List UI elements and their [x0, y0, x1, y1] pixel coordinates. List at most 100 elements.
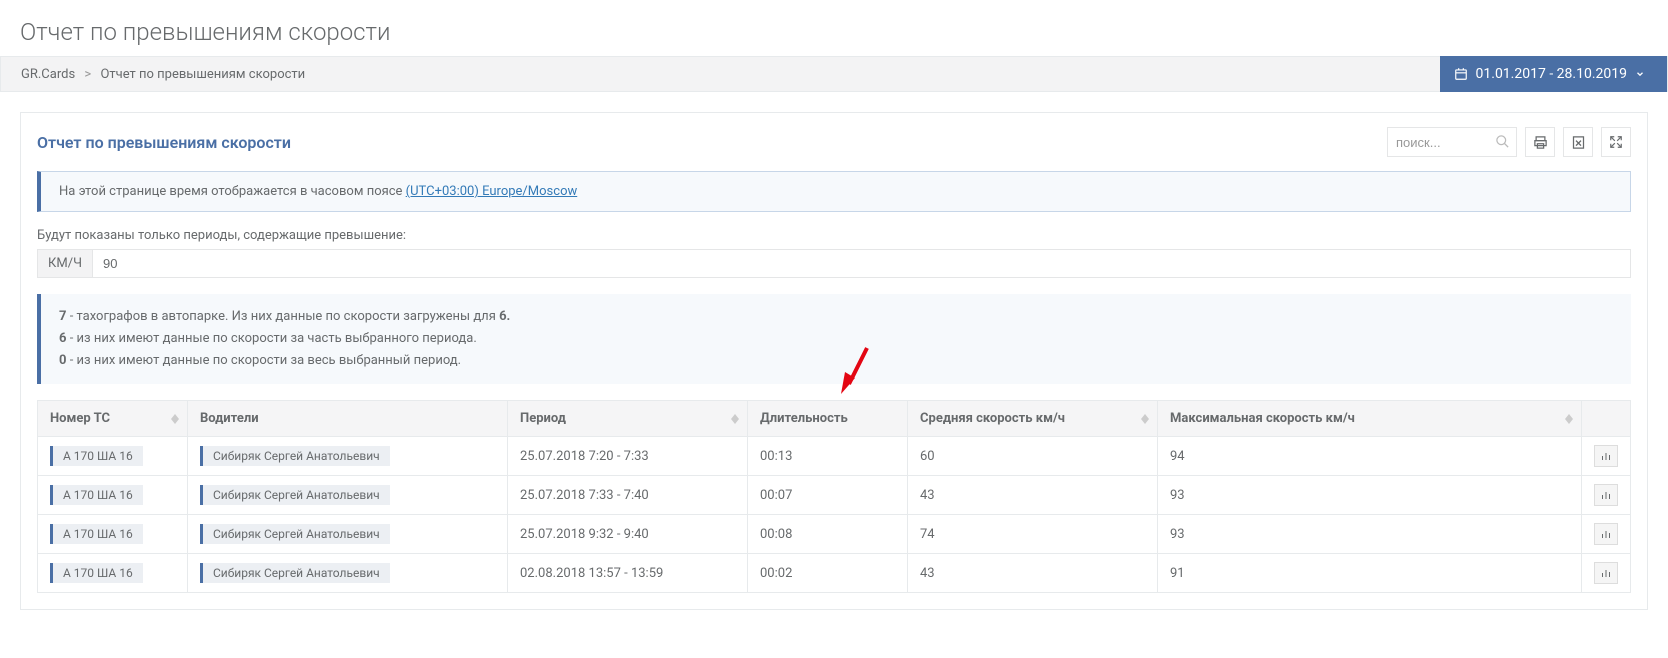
report-table: Номер ТС Водители Период Длительность Ср…	[37, 400, 1631, 593]
table-row: А 170 ША 16 Сибиряк Сергей Анатольевич 25.…	[38, 476, 1631, 515]
speed-unit-addon: КМ/Ч	[37, 249, 93, 278]
col-avg[interactable]: Средняя скорость км/ч	[908, 401, 1158, 437]
fullscreen-button[interactable]	[1601, 127, 1631, 157]
col-drivers-label: Водители	[200, 411, 259, 426]
table-header-row: Номер ТС Водители Период Длительность Ср…	[38, 401, 1631, 437]
cell-max: 93	[1158, 476, 1582, 515]
col-period-label: Период	[520, 411, 566, 426]
col-avg-label: Средняя скорость км/ч	[920, 411, 1065, 426]
cell-driver: Сибиряк Сергей Анатольевич	[188, 476, 508, 515]
panel-body: На этой странице время отображается в ча…	[21, 171, 1647, 609]
cell-vehicle: А 170 ША 16	[38, 554, 188, 593]
print-icon	[1533, 135, 1548, 150]
cell-action	[1582, 515, 1631, 554]
breadcrumb-bar: GR.Cards > Отчет по превышениям скорости…	[0, 56, 1668, 92]
cell-max: 94	[1158, 437, 1582, 476]
driver-tag[interactable]: Сибиряк Сергей Анатольевич	[200, 446, 390, 466]
cell-avg: 60	[908, 437, 1158, 476]
chevron-down-icon	[1635, 69, 1645, 79]
vehicle-tag[interactable]: А 170 ША 16	[50, 485, 143, 505]
table-row: А 170 ША 16 Сибиряк Сергей Анатольевич 25.…	[38, 515, 1631, 554]
cell-avg: 74	[908, 515, 1158, 554]
driver-tag[interactable]: Сибиряк Сергей Анатольевич	[200, 524, 390, 544]
col-action	[1582, 401, 1631, 437]
date-range-picker[interactable]: 01.01.2017 - 28.10.2019	[1440, 56, 1667, 92]
col-max-label: Максимальная скорость км/ч	[1170, 411, 1355, 426]
breadcrumb-current: Отчет по превышениям скорости	[100, 67, 305, 82]
table-row: А 170 ША 16 Сибиряк Сергей Анатольевич 02.…	[38, 554, 1631, 593]
col-max[interactable]: Максимальная скорость км/ч	[1158, 401, 1582, 437]
cell-avg: 43	[908, 476, 1158, 515]
summary-line-2: 6 - из них имеют данные по скорости за ч…	[59, 328, 1613, 350]
export-excel-button[interactable]	[1563, 127, 1593, 157]
driver-tag[interactable]: Сибиряк Сергей Анатольевич	[200, 563, 390, 583]
speed-input-group: КМ/Ч	[37, 249, 1631, 278]
cell-max: 91	[1158, 554, 1582, 593]
panel-tools	[1387, 127, 1631, 157]
col-duration-label: Длительность	[760, 411, 848, 426]
tz-prefix: На этой странице время отображается в ча…	[59, 184, 406, 199]
cell-action	[1582, 554, 1631, 593]
cell-period: 25.07.2018 7:33 - 7:40	[508, 476, 748, 515]
cell-duration: 00:07	[748, 476, 908, 515]
sort-icon	[1565, 414, 1573, 424]
cell-driver: Сибиряк Сергей Анатольевич	[188, 437, 508, 476]
vehicle-tag[interactable]: А 170 ША 16	[50, 524, 143, 544]
breadcrumb: GR.Cards > Отчет по превышениям скорости	[21, 67, 305, 82]
col-vehicle-label: Номер ТС	[50, 411, 110, 426]
table-row: А 170 ША 16 Сибиряк Сергей Анатольевич 25.…	[38, 437, 1631, 476]
summary-line-3: 0 - из них имеют данные по скорости за в…	[59, 350, 1613, 372]
tach-loaded: 6.	[499, 309, 510, 324]
cell-vehicle: А 170 ША 16	[38, 476, 188, 515]
col-duration[interactable]: Длительность	[748, 401, 908, 437]
breadcrumb-root[interactable]: GR.Cards	[21, 67, 75, 82]
speed-threshold-input[interactable]	[93, 249, 1631, 278]
col-period[interactable]: Период	[508, 401, 748, 437]
cell-period: 02.08.2018 13:57 - 13:59	[508, 554, 748, 593]
row-chart-button[interactable]	[1594, 523, 1618, 545]
filter-label: Будут показаны только периоды, содержащи…	[37, 228, 1631, 243]
excel-icon	[1571, 135, 1586, 150]
summary-callout: 7 - тахографов в автопарке. Из них данны…	[37, 294, 1631, 384]
col-vehicle[interactable]: Номер ТС	[38, 401, 188, 437]
cell-vehicle: А 170 ША 16	[38, 515, 188, 554]
expand-icon	[1609, 135, 1623, 149]
search-icon	[1495, 134, 1510, 149]
cell-action	[1582, 476, 1631, 515]
col-drivers[interactable]: Водители	[188, 401, 508, 437]
cell-driver: Сибиряк Сергей Анатольевич	[188, 515, 508, 554]
page-title: Отчет по превышениям скорости	[0, 0, 1668, 56]
cell-avg: 43	[908, 554, 1158, 593]
bar-chart-icon	[1600, 528, 1612, 540]
full-text: - из них имеют данные по скорости за вес…	[66, 353, 461, 368]
breadcrumb-sep: >	[84, 67, 91, 82]
sort-icon	[171, 414, 179, 424]
calendar-icon	[1454, 67, 1468, 81]
driver-tag[interactable]: Сибиряк Сергей Анатольевич	[200, 485, 390, 505]
panel-head: Отчет по превышениям скорости	[21, 113, 1647, 171]
cell-driver: Сибиряк Сергей Анатольевич	[188, 554, 508, 593]
cell-duration: 00:13	[748, 437, 908, 476]
cell-period: 25.07.2018 9:32 - 9:40	[508, 515, 748, 554]
report-panel: Отчет по превышениям скорости На этой ст…	[20, 112, 1648, 610]
date-range-text: 01.01.2017 - 28.10.2019	[1476, 66, 1627, 82]
sort-icon	[1141, 414, 1149, 424]
row-chart-button[interactable]	[1594, 562, 1618, 584]
summary-line-1: 7 - тахографов в автопарке. Из них данны…	[59, 306, 1613, 328]
cell-action	[1582, 437, 1631, 476]
panel-title: Отчет по превышениям скорости	[37, 133, 291, 152]
vehicle-tag[interactable]: А 170 ША 16	[50, 563, 143, 583]
tz-link[interactable]: (UTC+03:00) Europe/Moscow	[406, 184, 578, 199]
cell-vehicle: А 170 ША 16	[38, 437, 188, 476]
timezone-callout: На этой странице время отображается в ча…	[37, 171, 1631, 212]
sort-icon	[731, 414, 739, 424]
bar-chart-icon	[1600, 567, 1612, 579]
vehicle-tag[interactable]: А 170 ША 16	[50, 446, 143, 466]
print-button[interactable]	[1525, 127, 1555, 157]
row-chart-button[interactable]	[1594, 445, 1618, 467]
row-chart-button[interactable]	[1594, 484, 1618, 506]
cell-duration: 00:02	[748, 554, 908, 593]
part-text: - из них имеют данные по скорости за час…	[66, 331, 476, 346]
cell-period: 25.07.2018 7:20 - 7:33	[508, 437, 748, 476]
cell-duration: 00:08	[748, 515, 908, 554]
